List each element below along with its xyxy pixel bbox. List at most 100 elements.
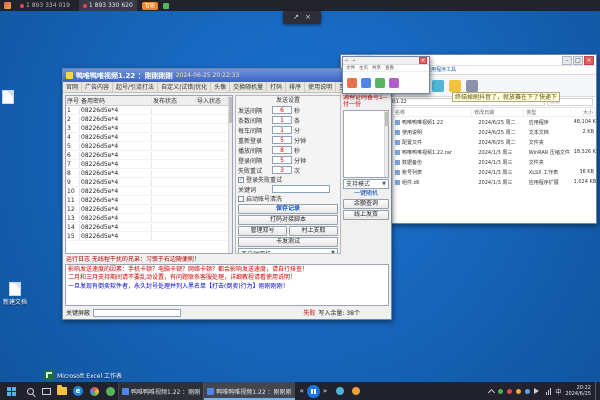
chat-app-icon[interactable] xyxy=(102,382,118,400)
table-row[interactable]: 3 08226d5e*4 xyxy=(66,124,232,133)
table-row[interactable]: 10 08226d5e*4 xyxy=(66,187,232,196)
search-icon[interactable] xyxy=(22,382,38,400)
table-row[interactable]: 15 08226d5e*4 xyxy=(66,232,232,241)
task-view-icon[interactable] xyxy=(38,382,54,400)
pick-button[interactable]: 村上支取 xyxy=(289,226,338,236)
table-row[interactable]: 9 08226d5e*4 xyxy=(66,178,232,187)
setting-value-input[interactable]: 5 xyxy=(272,136,292,144)
table-row[interactable]: 13 08226d5e*4 xyxy=(66,214,232,223)
share-icon[interactable]: ↗ xyxy=(293,14,299,21)
file-icon[interactable] xyxy=(389,78,399,88)
table-row[interactable]: 5 08226d5e*4 xyxy=(66,142,232,151)
minimize-button[interactable]: – xyxy=(562,56,572,65)
close-icon[interactable]: × xyxy=(305,14,311,21)
listbox-scrollbar[interactable] xyxy=(384,111,388,177)
column-header-date[interactable]: 修改日期 xyxy=(472,109,524,116)
keyword-block-input[interactable] xyxy=(93,309,181,317)
pinned-app-icon[interactable] xyxy=(332,382,348,400)
main-tab[interactable]: 使用说明 xyxy=(305,82,336,92)
balance-button[interactable]: 余额查询 xyxy=(343,199,389,209)
file-row[interactable]: 配置文件 2024/6/25 周二 文件夹 xyxy=(393,137,596,147)
log-box[interactable]: 影响发送速度的因素：手机卡顿？电脑卡顿？网络卡顿？都会影响发送速度，请自行排查！… xyxy=(65,264,389,306)
table-header[interactable]: 备用密码 xyxy=(80,96,152,105)
main-tab[interactable]: 自定义|试错|优化 xyxy=(158,82,211,92)
tray-icon[interactable] xyxy=(516,389,521,394)
browser-icon[interactable] xyxy=(86,382,102,400)
edge-icon[interactable] xyxy=(70,382,86,400)
keyword-input[interactable] xyxy=(272,185,330,193)
setting-value-input[interactable]: 1 xyxy=(272,126,292,134)
table-row[interactable]: 2 08226d5e*4 xyxy=(66,115,232,124)
rename-icon[interactable] xyxy=(432,80,444,92)
hidden-icons-chevron[interactable] xyxy=(488,388,495,395)
start-button[interactable] xyxy=(0,382,22,400)
desktop-shortcut-document[interactable]: 新建文档 xyxy=(3,282,27,306)
file-row[interactable]: 鸭唯鸭唯视频1.22.rar 2024/1/3 周三 WinRAR 压缩文件 1… xyxy=(393,147,596,157)
file-row[interactable]: 数据备份 2024/1/3 周三 文件夹 xyxy=(393,157,596,167)
media-next-button[interactable]: » xyxy=(323,388,327,395)
tray-icon[interactable] xyxy=(498,389,503,394)
retry-checkbox[interactable]: ✓ 登录失败重试 xyxy=(238,175,338,184)
file-row[interactable]: 鸭唯鸭唯视频1.22 2024/6/25 周二 应用程序 48,104 KB xyxy=(393,117,596,127)
table-row[interactable]: 4 08226d5e*4 xyxy=(66,133,232,142)
properties-icon[interactable] xyxy=(466,80,478,92)
network-icon[interactable] xyxy=(546,388,551,395)
table-scrollbar[interactable] xyxy=(228,96,232,253)
captcha-script-button[interactable]: 打码对接脚本 xyxy=(238,215,338,225)
file-icon[interactable] xyxy=(347,78,357,88)
main-tab[interactable]: 起号/引流打法 xyxy=(113,82,158,92)
media-previous-button[interactable]: « xyxy=(300,388,304,395)
new-folder-icon[interactable] xyxy=(449,80,461,92)
main-tab[interactable]: 交换随机量 xyxy=(230,82,267,92)
language-indicator[interactable]: 中 xyxy=(555,387,561,396)
table-header[interactable]: 发布状态 xyxy=(152,96,196,105)
main-tab[interactable]: 排序 xyxy=(286,82,305,92)
table-row[interactable]: 1 08226d5e*4 xyxy=(66,106,232,115)
support-mode-select[interactable]: 支持模式 ▼ xyxy=(343,179,389,189)
setting-value-input[interactable]: 5 xyxy=(272,156,292,164)
media-pause-button[interactable] xyxy=(307,385,320,398)
setting-value-input[interactable]: 6 xyxy=(272,106,292,114)
taskbar-app-1[interactable]: 鸭唯鸭唯视频1.22 ：刚刚 xyxy=(118,382,203,400)
file-explorer-icon[interactable] xyxy=(54,382,70,400)
desktop-shortcut-excel[interactable]: Microsoft Excel 工作表 xyxy=(44,370,122,380)
column-header-size[interactable]: 大小 xyxy=(571,109,596,116)
mini-tab[interactable]: 查看 xyxy=(385,65,394,71)
mini-tab[interactable]: 共享 xyxy=(372,65,381,71)
file-row[interactable]: 账号列表 2024/1/3 周三 XLSX 工作表 36 KB xyxy=(393,167,596,177)
taskbar-app-2[interactable]: 鸭唯鸭唯视频1.22 ：刚刚刚 xyxy=(203,382,294,400)
file-row[interactable]: 使用说明 2024/6/25 周二 文本文档 2 KB xyxy=(393,127,596,137)
setting-value-input[interactable]: 3 xyxy=(272,166,292,174)
main-tab[interactable]: 打码 xyxy=(267,82,286,92)
pinned-app-icon[interactable] xyxy=(348,382,364,400)
mode-select[interactable]: 不启动双挂 ▼ xyxy=(238,248,338,254)
session-tab-2[interactable]: 1 893 330 620 xyxy=(79,0,137,11)
tray-icon[interactable] xyxy=(507,389,512,394)
online-send-button[interactable]: 线上发双 xyxy=(343,210,389,220)
table-header[interactable]: 导入状态 xyxy=(196,96,228,105)
table-row[interactable]: 6 08226d5e*4 xyxy=(66,151,232,160)
mini-tab[interactable]: 主页 xyxy=(359,65,368,71)
back-icon[interactable]: ← xyxy=(345,58,349,64)
mini-title-bar[interactable]: ← → × xyxy=(343,57,429,65)
show-desktop-button[interactable] xyxy=(595,382,598,400)
desktop-shortcut[interactable] xyxy=(2,90,14,104)
save-button[interactable]: 保存记录 xyxy=(238,204,338,214)
clean-checkbox[interactable]: 启动账号清洗 xyxy=(238,194,338,203)
file-icon[interactable] xyxy=(375,78,385,88)
main-tab[interactable]: 头像 xyxy=(211,82,230,92)
table-row[interactable]: 7 08226d5e*4 xyxy=(66,160,232,169)
card-test-button[interactable]: 卡发测试 xyxy=(238,237,338,247)
manage-accounts-button[interactable]: 管理双号 xyxy=(238,226,287,236)
setting-value-input[interactable]: 1 xyxy=(272,116,292,124)
random-link[interactable]: 一键随机 xyxy=(343,189,389,198)
volume-icon[interactable] xyxy=(534,388,542,394)
clock[interactable]: 20:22 2024/6/25 xyxy=(565,385,591,398)
column-header-name[interactable]: 名称 xyxy=(393,109,472,116)
file-icon[interactable] xyxy=(361,78,371,88)
column-header-type[interactable]: 类型 xyxy=(524,109,570,116)
mini-tab[interactable]: 文件 xyxy=(346,65,355,71)
close-button[interactable]: × xyxy=(419,57,427,64)
table-row[interactable]: 12 08226d5e*4 xyxy=(66,205,232,214)
code-listbox[interactable] xyxy=(343,110,389,178)
